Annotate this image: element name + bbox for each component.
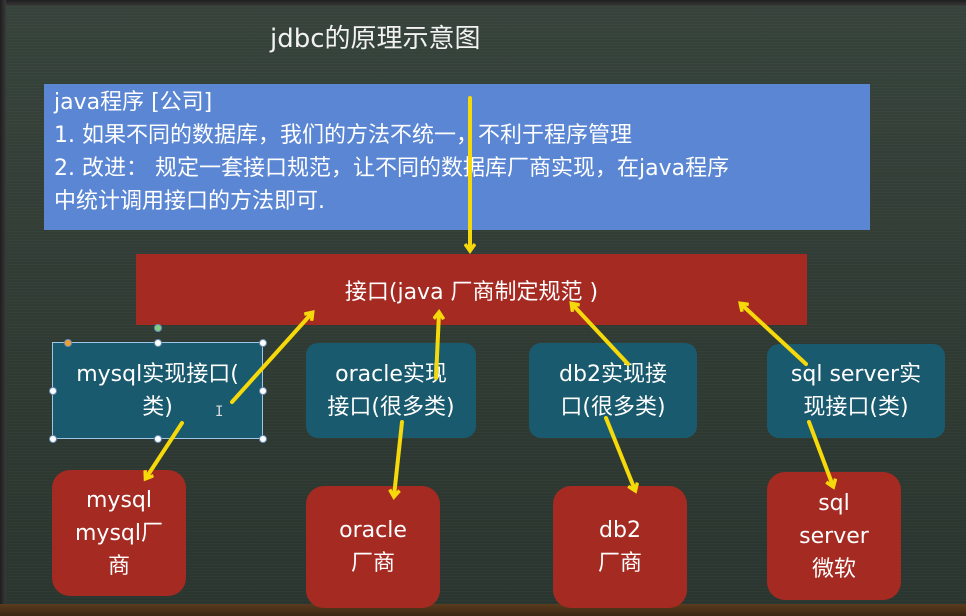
- arrow-oracle-impl-to-interface: [436, 313, 439, 380]
- arrow-db2-impl-to-vendor: [604, 416, 635, 490]
- arrow-mysql-impl-to-interface: [230, 313, 312, 404]
- arrows-layer: [0, 96, 966, 616]
- arrow-db2-impl-to-interface: [572, 304, 630, 366]
- arrow-sqlserver-impl-to-vendor: [807, 420, 833, 486]
- arrow-sqlserver-impl-to-interface: [741, 304, 808, 366]
- arrow-oracle-impl-to-vendor: [394, 420, 404, 496]
- arrow-mysql-impl-to-vendor: [146, 421, 184, 478]
